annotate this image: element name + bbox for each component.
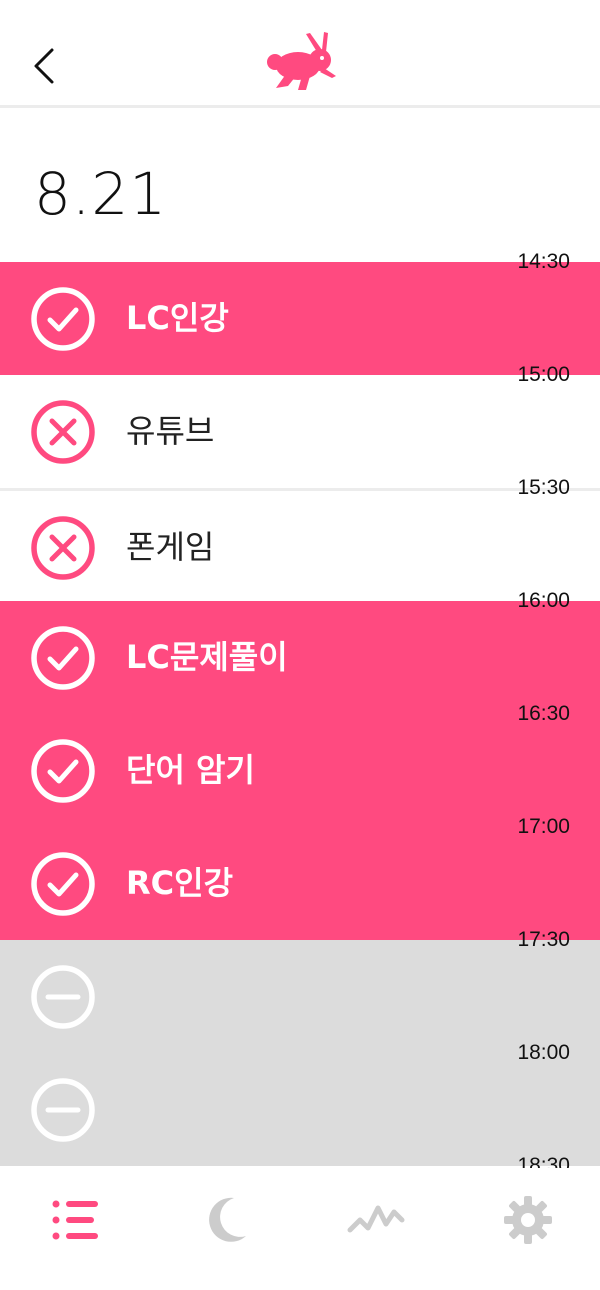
chevron-left-icon xyxy=(34,48,54,84)
x-circle-icon[interactable] xyxy=(30,399,96,465)
back-button[interactable] xyxy=(24,44,64,88)
tab-settings[interactable] xyxy=(498,1190,558,1250)
task-label: 유튜브 xyxy=(126,412,215,450)
check-circle-icon[interactable] xyxy=(30,851,96,917)
gear-icon xyxy=(498,1196,558,1254)
bottom-tab-bar xyxy=(0,1168,600,1290)
task-label: LC문제풀이 xyxy=(126,638,288,676)
schedule-row[interactable]: RC인강 xyxy=(0,827,600,940)
check-circle-icon[interactable] xyxy=(30,738,96,804)
time-label: 16:30 xyxy=(517,702,570,725)
schedule-row[interactable]: LC문제풀이 xyxy=(0,601,600,714)
task-label: RC인강 xyxy=(126,864,234,902)
date-title: 8.21 xyxy=(34,160,168,228)
schedule-timeline: LC인강유튜브폰게임 LC문제풀이단어 암기 RC인강 14:30 15:00 15:30… xyxy=(0,250,600,1177)
task-label: 폰게임 xyxy=(126,528,215,566)
check-circle-icon[interactable] xyxy=(30,286,96,352)
task-label: 단어 암기 xyxy=(126,751,255,789)
time-label: 15:30 xyxy=(517,476,570,499)
app-header xyxy=(0,0,600,108)
schedule-row[interactable] xyxy=(0,1053,600,1166)
activity-icon xyxy=(346,1205,406,1254)
moon-icon xyxy=(196,1197,256,1254)
schedule-row[interactable] xyxy=(0,940,600,1053)
time-label: 15:00 xyxy=(517,363,570,386)
time-label: 18:00 xyxy=(517,1041,570,1064)
schedule-row[interactable]: LC인강 xyxy=(0,262,600,375)
time-label: 16:00 xyxy=(517,589,570,612)
tab-sleep[interactable] xyxy=(196,1190,256,1250)
tab-stats[interactable] xyxy=(346,1190,406,1250)
check-circle-icon[interactable] xyxy=(30,625,96,691)
time-label: 17:00 xyxy=(517,815,570,838)
time-label: 14:30 xyxy=(517,250,570,273)
time-label: 17:30 xyxy=(517,928,570,951)
minus-circle-icon[interactable] xyxy=(30,964,96,1030)
tab-list[interactable] xyxy=(46,1190,106,1250)
schedule-row[interactable]: 단어 암기 xyxy=(0,714,600,827)
schedule-row[interactable]: 폰게임 xyxy=(0,488,600,601)
minus-circle-icon[interactable] xyxy=(30,1077,96,1143)
rabbit-logo-icon xyxy=(262,30,340,92)
x-circle-icon[interactable] xyxy=(30,515,96,581)
list-icon xyxy=(46,1200,106,1254)
task-label: LC인강 xyxy=(126,299,229,337)
schedule-row[interactable]: 유튜브 xyxy=(0,375,600,488)
